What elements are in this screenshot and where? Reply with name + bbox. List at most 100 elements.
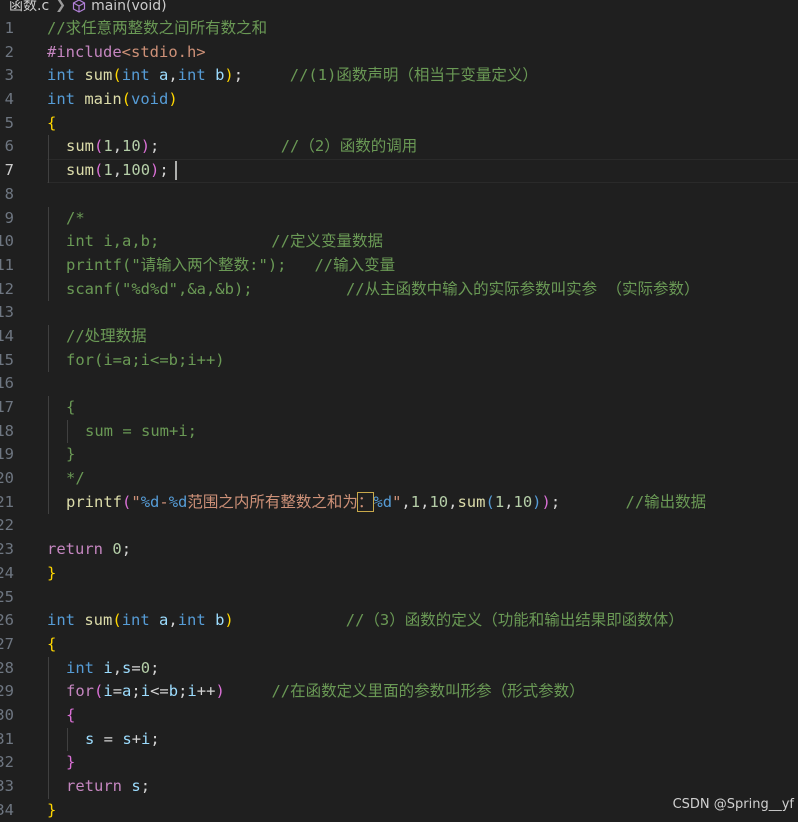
code-line[interactable]: 4 int main(void) [0,88,798,112]
code-line[interactable]: 22 [0,514,798,538]
code-line[interactable]: 29for(i=a;i<=b;i++) //在函数定义里面的参数叫形参（形式参数… [0,680,798,704]
code-token: s [122,729,132,748]
code-token: { [47,634,57,653]
code-line[interactable]: 13 [0,301,798,325]
code-line[interactable]: 12 scanf("%d%d",&a,&b); //从主函数中输入的实际参数叫实参… [0,277,798,302]
code-token: ) [150,161,160,180]
code-line[interactable]: 24} [0,562,798,586]
code-token: ) [224,66,234,85]
code-line[interactable]: 15 for(i=a;i<=b;i++) [0,348,798,373]
code-token: %d [140,492,160,511]
code-token: i [103,682,113,701]
indent-guide [48,277,49,302]
code-line[interactable]: 17 { [0,396,798,420]
code-line[interactable]: 30 { [0,703,798,728]
code-token: 1 [103,161,113,180]
code-line[interactable]: 32} [0,751,798,775]
code-line[interactable]: 11 printf("请输入两个整数:"); //输入变量 [0,253,798,278]
text-cursor [174,161,177,181]
code-token: void [131,90,169,109]
code-text: return 0; [47,538,131,562]
code-token: b [168,682,179,701]
code-line[interactable]: 28 int i,s=0; [0,656,798,681]
indent-guide [48,680,49,704]
code-token: ; [150,137,281,156]
code-text: sum(1,100); [66,159,177,183]
code-line[interactable]: 26int sum(int a,int b) //（3）函数的定义（功能和输出结… [0,609,798,633]
code-token: = [94,729,123,748]
line-number: 27 [0,634,14,653]
indent-guide [48,324,49,349]
code-line[interactable]: 18 sum = sum+i; [0,419,798,444]
code-line[interactable]: 20 */ [0,467,798,491]
code-token: } [47,800,57,819]
code-line[interactable]: 1 //求任意两整数之间所有数之和 [0,17,798,41]
code-line[interactable]: 31s = s+i; [0,727,798,752]
code-line[interactable]: 5{ [0,112,798,136]
code-line[interactable]: 2 #include<stdio.h> [0,41,798,65]
code-text: printf("请输入两个整数:"); //输入变量 [66,254,395,278]
code-text: s = s+i; [85,728,160,752]
code-token: ; [159,161,169,180]
code-token: ; [121,540,132,559]
line-number: 1 [4,19,14,37]
code-line[interactable]: 7 sum(1,100); [0,159,798,183]
code-token: ( [94,682,104,701]
code-line[interactable]: 14 //处理数据 [0,324,798,349]
code-token: //处理数据 [66,326,147,345]
line-number: 22 [0,516,14,535]
indent-guide [48,396,49,420]
code-token: } [66,753,76,772]
code-token: a [159,66,169,85]
code-token: ) [532,492,542,511]
indent-guide [48,443,49,468]
breadcrumb-file[interactable]: 函数.c [0,0,49,14]
indent-guide [48,135,49,160]
breadcrumb-symbol[interactable]: main(void) [91,0,167,14]
code-line[interactable]: 25 [0,586,798,610]
line-number: 2 [4,42,14,61]
code-line[interactable]: 9 /* [0,206,798,231]
code-line[interactable]: 6 sum(1,10); //（2）函数的调用 [0,135,798,160]
code-line[interactable]: 19} [0,443,798,468]
code-line[interactable]: 3 int sum(int a,int b); //(1)函数声明（相当于变量定义… [0,64,798,88]
line-number: 29 [0,682,14,701]
indent-guide [48,206,49,231]
code-token: ： [356,491,375,512]
line-number: 33 [0,777,14,795]
code-text: } [47,562,56,586]
code-token: " [131,492,141,511]
code-line[interactable]: 27 { [0,633,798,657]
code-token: ; [233,66,290,85]
indent-guide [48,656,49,681]
code-token: //求任意两整数之间所有数之和 [47,19,268,37]
code-token: sum [84,66,113,85]
code-text: int i,s=0; [66,657,159,681]
code-token: <= [150,682,169,701]
code-line[interactable]: 33 return s; [0,775,798,799]
code-token: ; [140,777,151,795]
line-number: 19 [0,445,14,464]
code-token: int [47,66,75,85]
code-token: , [112,137,123,156]
code-line[interactable]: 10 int i,a,b; //定义变量数据 [0,230,798,254]
code-line[interactable]: 21printf("%d-%d范围之内所有整数之和为：%d",1,10,sum(… [0,490,798,515]
watermark: CSDN @Spring__yf [672,797,794,812]
code-line[interactable]: 16 [0,372,798,396]
code-text: } [66,751,75,775]
code-token: int [121,66,150,85]
code-line[interactable]: 23 return 0; [0,538,798,562]
code-token: ; [150,729,160,748]
code-line[interactable]: 8 [0,183,798,207]
code-token: sum [66,161,94,180]
code-token: 10 [429,492,449,511]
code-editor[interactable]: 1 //求任意两整数之间所有数之和 2 #include<stdio.h> 3 int s… [0,17,798,822]
code-text: //求任意两整数之间所有数之和 [47,17,267,41]
code-token: //输出数据 [625,492,707,511]
